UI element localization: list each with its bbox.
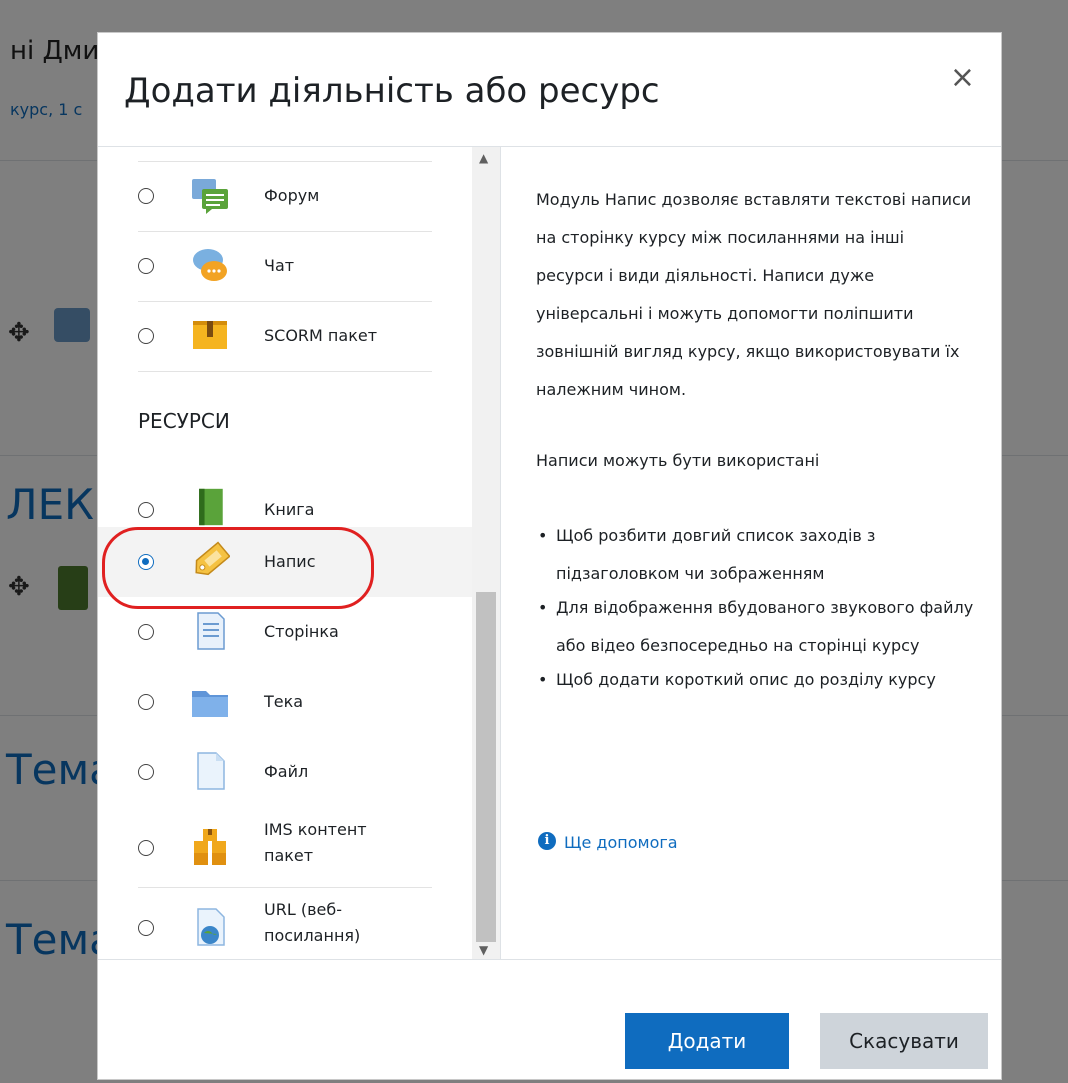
option-label: Форум — [264, 186, 320, 205]
radio-scorm[interactable] — [138, 328, 154, 344]
radio-page[interactable] — [138, 624, 154, 640]
radio-file[interactable] — [138, 764, 154, 780]
option-label: Файл — [264, 762, 309, 781]
scroll-down-icon[interactable]: ▼ — [479, 943, 488, 957]
description-text: Модуль Напис дозволяє вставляти текстові… — [536, 181, 976, 409]
description-paragraph: Написи можуть бути використані — [536, 451, 820, 470]
more-help-label[interactable]: Ще допомога — [564, 833, 678, 852]
description-paragraph: Модуль Напис дозволяє вставляти текстові… — [536, 190, 972, 399]
option-folder[interactable]: Тека — [98, 667, 472, 737]
page-icon — [197, 612, 225, 650]
add-button[interactable]: Додати — [625, 1013, 789, 1069]
scroll-up-icon[interactable]: ▲ — [479, 151, 488, 165]
option-label: Тека — [264, 692, 304, 711]
chat-icon — [193, 249, 227, 281]
bullet-item: Щоб додати короткий опис до розділу курс… — [536, 661, 976, 699]
modal-header: Додати діяльність або ресурс × — [98, 33, 1001, 147]
book-icon — [199, 488, 223, 526]
option-forum[interactable]: Форум — [98, 161, 472, 231]
bullet-item: Щоб розбити довгий список заходів з підз… — [536, 517, 976, 593]
option-label: Чат — [264, 256, 295, 275]
option-label: SCORM пакет — [264, 326, 378, 345]
option-label-line1: IMS контент — [264, 820, 367, 839]
url-icon — [197, 908, 225, 946]
selection-highlight-annotation — [102, 527, 374, 609]
modal-footer: Додати Скасувати — [98, 959, 1001, 1080]
radio-book[interactable] — [138, 502, 154, 518]
scrollbar[interactable]: ▲ ▼ — [472, 147, 500, 959]
activity-list[interactable]: Форум Чат SCORM пакет РЕСУРСИ Книга Напи… — [98, 147, 500, 959]
option-label: IMS контент пакет — [264, 817, 367, 869]
radio-ims[interactable] — [138, 840, 154, 856]
option-chat[interactable]: Чат — [98, 231, 472, 301]
info-icon: i — [538, 832, 556, 850]
radio-chat[interactable] — [138, 258, 154, 274]
option-label: Сторінка — [264, 622, 339, 641]
description-bullets: Щоб розбити довгий список заходів з підз… — [536, 517, 976, 699]
more-help-link[interactable]: i Ще допомога — [538, 832, 678, 852]
option-label-line2: пакет — [264, 846, 314, 865]
section-heading-resources: РЕСУРСИ — [138, 409, 230, 433]
radio-url[interactable] — [138, 920, 154, 936]
option-label-line2: посилання) — [264, 926, 361, 945]
list-divider — [138, 371, 432, 372]
add-activity-modal: Додати діяльність або ресурс × Форум Чат… — [97, 32, 1002, 1080]
option-file[interactable]: Файл — [98, 737, 472, 807]
bullet-item: Для відображення вбудованого звукового ф… — [536, 589, 976, 665]
radio-folder[interactable] — [138, 694, 154, 710]
option-label: URL (веб- посилання) — [264, 897, 360, 949]
file-icon — [197, 752, 225, 790]
option-label-line1: URL (веб- — [264, 900, 342, 919]
folder-icon — [192, 691, 228, 717]
option-scorm[interactable]: SCORM пакет — [98, 301, 472, 371]
radio-forum[interactable] — [138, 188, 154, 204]
scrollbar-thumb[interactable] — [476, 592, 496, 942]
description-pane: Модуль Напис дозволяє вставляти текстові… — [501, 147, 1001, 959]
option-url[interactable]: URL (веб- посилання) — [98, 887, 472, 959]
scorm-icon — [193, 321, 227, 349]
ims-package-icon — [194, 829, 226, 865]
option-ims[interactable]: IMS контент пакет — [98, 807, 472, 887]
forum-icon — [192, 179, 228, 214]
modal-title: Додати діяльність або ресурс — [124, 71, 660, 111]
option-label: Книга — [264, 500, 315, 519]
cancel-button[interactable]: Скасувати — [820, 1013, 988, 1069]
close-icon[interactable]: × — [950, 63, 975, 93]
